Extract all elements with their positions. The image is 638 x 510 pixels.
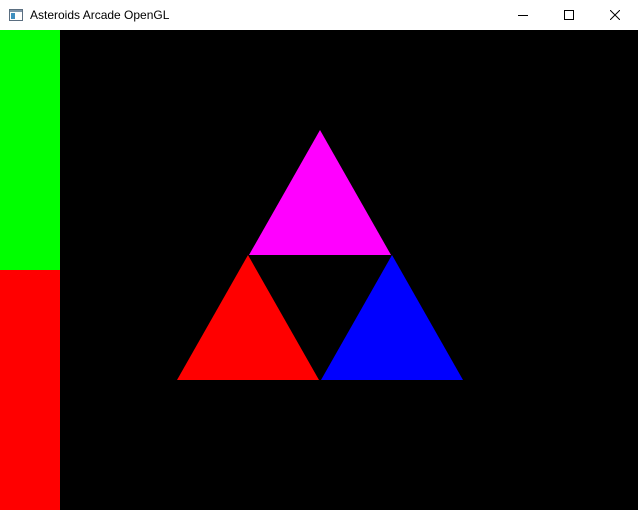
minimize-icon [518, 10, 528, 20]
close-icon [610, 10, 620, 20]
maximize-icon [564, 10, 574, 20]
title-bar[interactable]: Asteroids Arcade OpenGL [0, 0, 638, 30]
close-button[interactable] [592, 0, 638, 30]
bottom-left-triangle [177, 255, 319, 380]
top-triangle [249, 130, 391, 255]
bottom-right-triangle [321, 255, 463, 380]
minimize-button[interactable] [500, 0, 546, 30]
window-controls [500, 0, 638, 30]
maximize-button[interactable] [546, 0, 592, 30]
opengl-viewport[interactable] [0, 30, 638, 510]
app-window: Asteroids Arcade OpenGL [0, 0, 638, 510]
app-window-icon[interactable] [8, 7, 24, 23]
triangle-scene [177, 130, 463, 380]
window-title: Asteroids Arcade OpenGL [30, 8, 170, 22]
